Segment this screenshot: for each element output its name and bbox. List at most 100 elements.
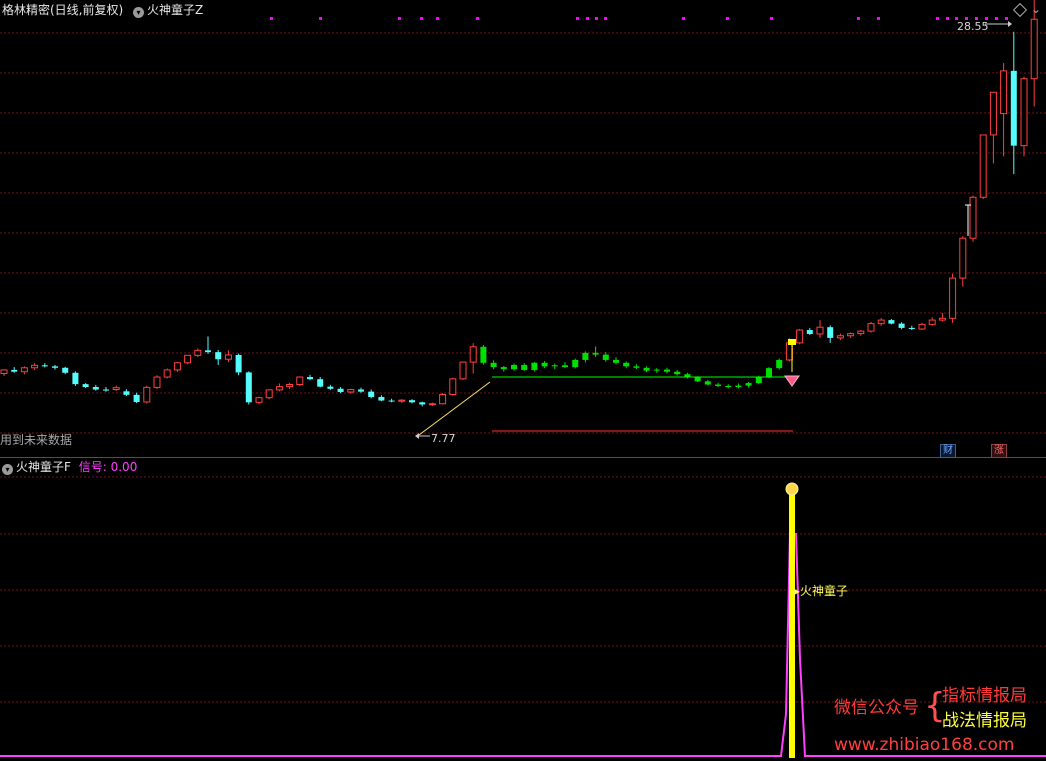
candle-body <box>755 377 762 384</box>
future-data-note: 用到未来数据 <box>0 433 73 447</box>
candle-body <box>0 369 8 374</box>
candle-body <box>224 354 232 360</box>
signal-grid-lines <box>0 476 1046 703</box>
candle-body <box>989 91 997 136</box>
candle-body <box>836 335 844 339</box>
candle-body <box>959 237 967 279</box>
signal-marker-yellow <box>788 339 796 345</box>
signal-dot <box>604 17 607 20</box>
candle-body <box>551 365 558 367</box>
candle-body <box>388 400 395 402</box>
candle-body <box>82 384 89 388</box>
candle-body <box>112 387 120 391</box>
overlay-lines <box>415 21 1012 439</box>
signal-dot <box>319 17 322 20</box>
candle-body <box>857 330 865 335</box>
candle-body <box>613 359 619 363</box>
candle-body <box>419 402 426 405</box>
rise-badge[interactable]: 涨 <box>991 444 1007 458</box>
candle-body <box>521 364 528 370</box>
candle-body <box>633 366 640 368</box>
candle-body <box>562 365 568 368</box>
signal-dot <box>936 17 939 20</box>
candle-body <box>898 323 905 328</box>
signal-dot <box>476 17 479 20</box>
candle-body <box>428 403 436 406</box>
candle-body <box>949 277 957 319</box>
candle-body <box>275 386 283 391</box>
candle-body <box>11 369 18 372</box>
price-high-label: 28.55 <box>957 20 989 33</box>
candle-body <box>255 397 263 403</box>
candle-body <box>500 367 507 370</box>
candle-body <box>307 377 313 380</box>
indicator-main-label[interactable]: 火神童子Z <box>147 3 203 17</box>
candle-body <box>317 379 324 387</box>
sub-indicator-name[interactable]: 火神童子F <box>16 460 71 474</box>
signal-dot <box>436 17 439 20</box>
indicator-dropdown-icon[interactable]: ▾ <box>133 7 145 18</box>
candle-body <box>623 362 630 367</box>
candle-body <box>674 371 681 375</box>
candle-body <box>52 366 58 368</box>
watermark-line1: 指标情报局 <box>942 686 1027 706</box>
signal-label: 信号: <box>78 460 107 474</box>
signal-dot <box>595 17 598 20</box>
candle-body <box>398 399 406 402</box>
grid-lines <box>0 32 1046 434</box>
candle-body <box>806 330 813 334</box>
candle-body <box>409 400 415 403</box>
signal-dot <box>770 17 773 20</box>
candle-body <box>1010 70 1017 146</box>
candle-body <box>490 362 497 368</box>
candle-body <box>704 381 711 385</box>
candle-body <box>918 323 926 330</box>
candle-body <box>969 196 977 239</box>
financial-badge[interactable]: 财 <box>940 444 956 458</box>
candle-body <box>888 320 895 324</box>
signal-dot <box>857 17 860 20</box>
signal-dot <box>576 17 579 20</box>
candle-body <box>582 352 589 360</box>
candle-body <box>776 359 783 369</box>
candle-body <box>337 388 344 392</box>
candle-body <box>184 354 192 364</box>
candle-body <box>449 378 457 395</box>
collapse-chevron-icon[interactable]: ⌄ <box>1031 2 1041 16</box>
sub-dropdown-icon[interactable]: ▾ <box>2 464 13 475</box>
candle-body <box>41 365 48 367</box>
candle-body <box>745 383 752 386</box>
candle-body <box>643 367 650 371</box>
candle-body <box>235 354 242 373</box>
candle-body <box>31 364 39 369</box>
candle-body <box>480 346 487 363</box>
signal-dot <box>726 17 729 20</box>
signal-dot <box>398 17 401 20</box>
candle-body <box>979 134 987 198</box>
candle-body <box>103 389 109 391</box>
candle-body <box>735 385 742 388</box>
candle-body <box>327 386 334 389</box>
signal-dot <box>682 17 685 20</box>
candle-body <box>715 384 721 386</box>
candle-body <box>286 384 294 388</box>
candle-body <box>796 329 804 344</box>
money-bag-icon <box>785 482 799 496</box>
high-price-arrow-head <box>1008 21 1012 27</box>
main-price-chart[interactable] <box>0 0 1046 457</box>
candle-body <box>133 394 140 402</box>
candle-body <box>928 319 936 325</box>
candle-body <box>469 346 477 363</box>
top-signal-dots <box>270 17 1008 20</box>
signal-dot <box>1005 17 1008 20</box>
signal-dot <box>946 17 949 20</box>
candle-body <box>725 385 732 388</box>
signal-bar <box>789 494 795 758</box>
candle-body <box>694 377 701 382</box>
candle-body <box>215 352 222 360</box>
signal-dot <box>877 17 880 20</box>
candle-body <box>766 368 772 378</box>
candle-body <box>664 369 670 372</box>
candle-body <box>439 393 447 405</box>
candle-body <box>877 319 885 325</box>
